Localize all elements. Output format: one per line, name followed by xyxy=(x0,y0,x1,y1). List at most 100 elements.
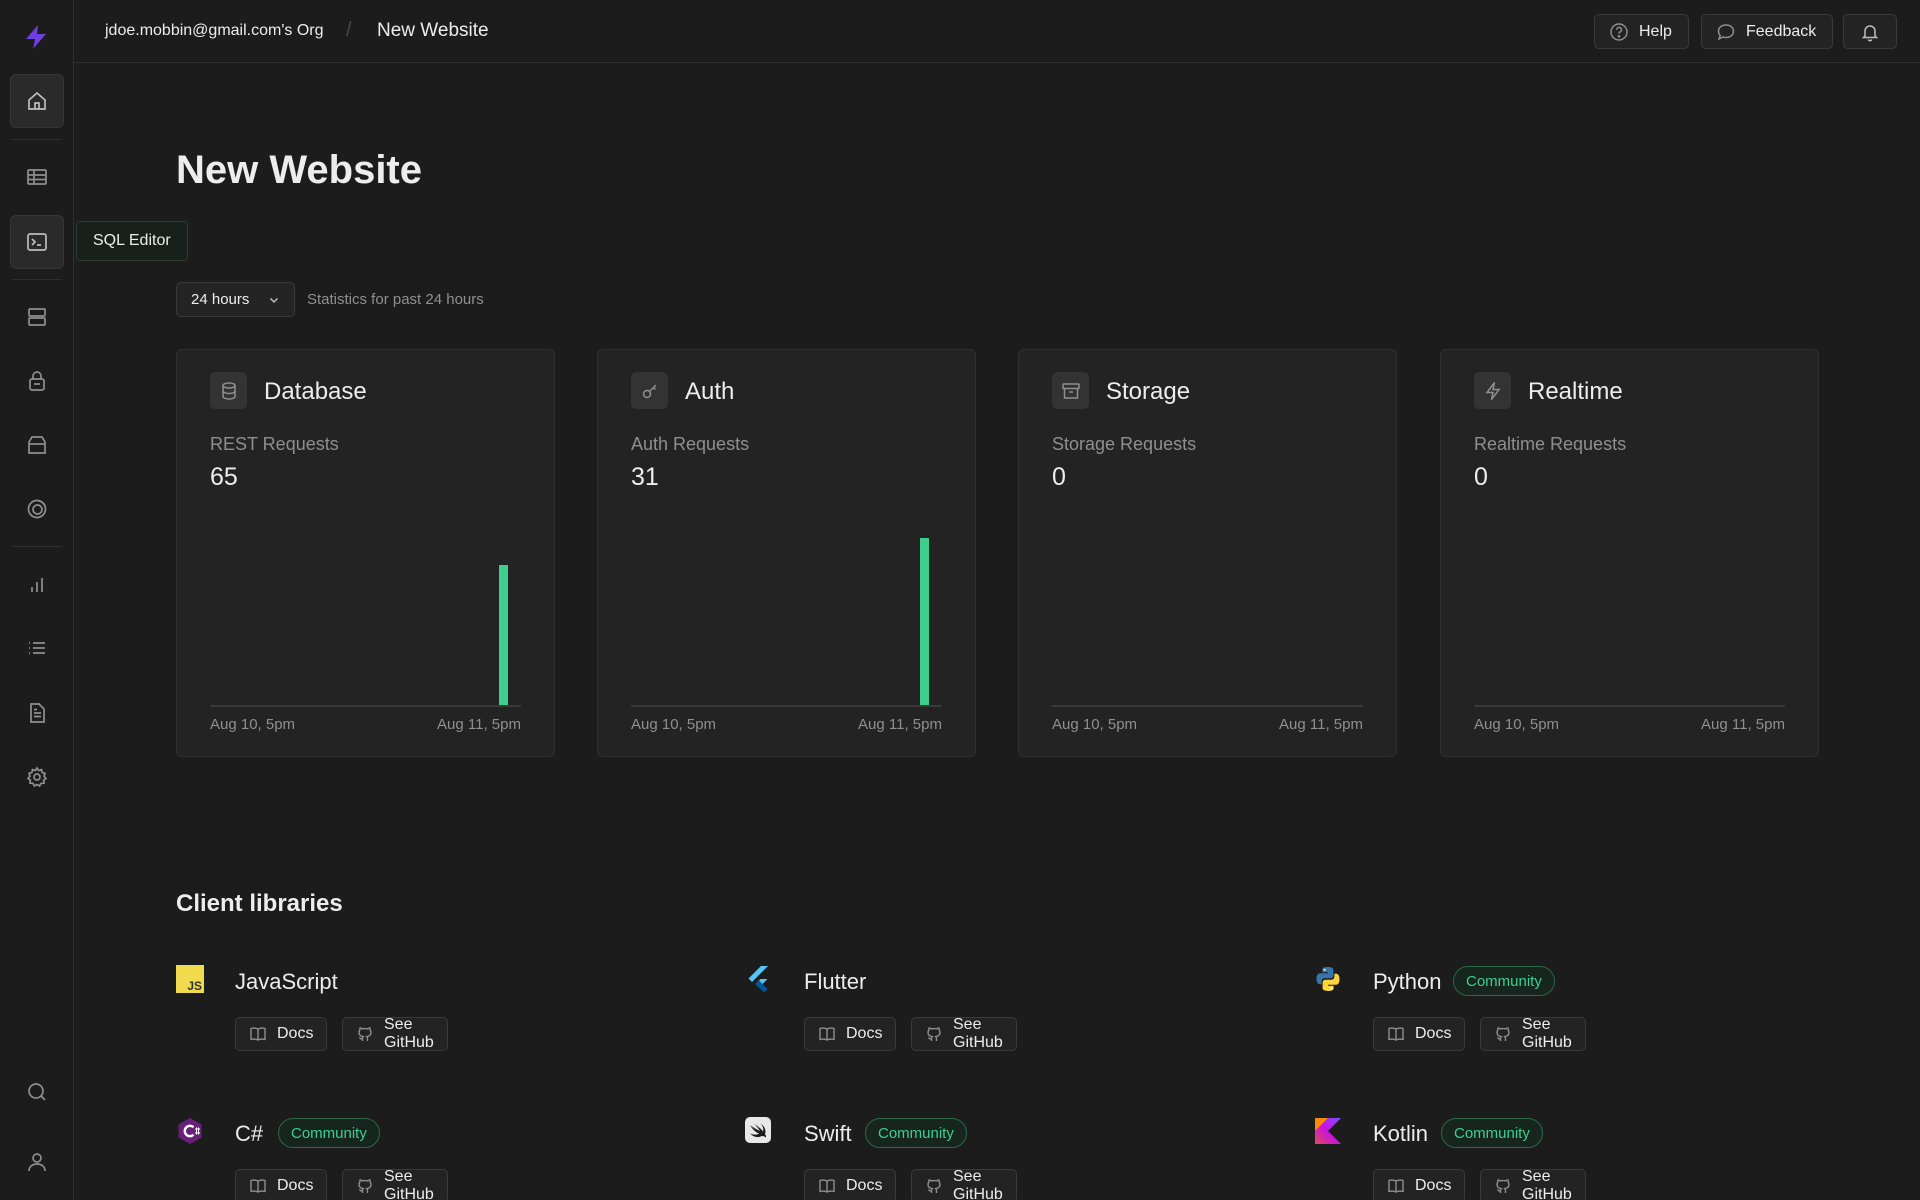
github-icon xyxy=(356,1177,374,1195)
feedback-button[interactable]: Feedback xyxy=(1701,14,1833,49)
chart-x-end-label: Aug 11, 5pm xyxy=(1279,716,1363,733)
github-button[interactable]: See GitHub xyxy=(342,1017,448,1051)
sidebar-item-search[interactable] xyxy=(10,1065,64,1119)
search-icon xyxy=(25,1080,49,1104)
library-name: Python xyxy=(1373,969,1442,995)
notifications-button[interactable] xyxy=(1843,14,1897,49)
library-name: JavaScript xyxy=(235,969,338,995)
help-circle-icon xyxy=(1609,22,1629,42)
community-badge: Community xyxy=(1441,1118,1543,1148)
key-icon xyxy=(631,372,668,409)
breadcrumb-org[interactable]: jdoe.mobbin@gmail.com's Org xyxy=(105,22,324,40)
realtime-usage-card[interactable]: Realtime Realtime Requests 0 Aug 10, 5pm… xyxy=(1440,349,1819,757)
card-metric-label: Auth Requests xyxy=(631,434,749,455)
github-icon xyxy=(925,1025,943,1043)
breadcrumb-separator: / xyxy=(346,19,352,42)
sidebar-item-settings[interactable] xyxy=(10,750,64,804)
chevron-down-icon xyxy=(268,294,280,306)
chart-axis xyxy=(631,705,942,707)
docs-button[interactable]: Docs xyxy=(1373,1017,1465,1051)
javascript-icon: JS xyxy=(176,965,206,995)
sidebar-item-table-editor[interactable] xyxy=(10,150,64,204)
sidebar xyxy=(0,0,74,1200)
community-badge: Community xyxy=(1453,966,1555,996)
database-icon xyxy=(210,372,247,409)
github-button[interactable]: See GitHub xyxy=(1480,1169,1586,1200)
sql-editor-tooltip: SQL Editor xyxy=(76,221,188,261)
storage-usage-card[interactable]: Storage Storage Requests 0 Aug 10, 5pm A… xyxy=(1018,349,1397,757)
archive-icon xyxy=(1052,372,1089,409)
swift-icon xyxy=(745,1117,775,1147)
chart-x-start-label: Aug 10, 5pm xyxy=(1052,716,1137,733)
chart-x-start-label: Aug 10, 5pm xyxy=(1474,716,1559,733)
book-icon xyxy=(818,1177,836,1195)
sidebar-item-logs[interactable] xyxy=(10,622,64,676)
csharp-icon xyxy=(176,1117,206,1147)
card-title: Realtime xyxy=(1528,378,1623,406)
zap-icon xyxy=(1474,372,1511,409)
card-metric-label: REST Requests xyxy=(210,434,339,455)
flutter-icon xyxy=(745,965,775,995)
sidebar-item-storage[interactable] xyxy=(10,418,64,472)
book-icon xyxy=(249,1025,267,1043)
sidebar-item-api-docs[interactable] xyxy=(10,686,64,740)
chart-x-end-label: Aug 11, 5pm xyxy=(437,716,521,733)
auth-usage-card[interactable]: Auth Auth Requests 31 Aug 10, 5pm Aug 11… xyxy=(597,349,976,757)
chart-axis xyxy=(210,705,521,707)
bell-icon xyxy=(1860,22,1880,42)
community-badge: Community xyxy=(865,1118,967,1148)
card-metric-value: 65 xyxy=(210,463,238,492)
github-button[interactable]: See GitHub xyxy=(911,1017,1017,1051)
sidebar-item-database[interactable] xyxy=(10,290,64,344)
database-usage-card[interactable]: Database REST Requests 65 Aug 10, 5pm Au… xyxy=(176,349,555,757)
chart-bar[interactable] xyxy=(920,538,929,705)
docs-button[interactable]: Docs xyxy=(235,1169,327,1200)
sidebar-item-sql-editor[interactable] xyxy=(10,215,64,269)
docs-button[interactable]: Docs xyxy=(804,1169,896,1200)
sidebar-item-account[interactable] xyxy=(10,1135,64,1189)
library-name: Swift xyxy=(804,1121,852,1147)
github-label: See GitHub xyxy=(953,1016,1003,1052)
chart-axis xyxy=(1474,705,1785,707)
document-icon xyxy=(25,701,49,725)
card-metric-value: 0 xyxy=(1052,463,1066,492)
help-label: Help xyxy=(1639,23,1672,41)
docs-label: Docs xyxy=(846,1025,882,1043)
docs-button[interactable]: Docs xyxy=(235,1017,327,1051)
library-name: Kotlin xyxy=(1373,1121,1428,1147)
github-icon xyxy=(356,1025,374,1043)
github-label: See GitHub xyxy=(1522,1016,1572,1052)
github-icon xyxy=(925,1177,943,1195)
github-button[interactable]: See GitHub xyxy=(911,1169,1017,1200)
sidebar-item-authentication[interactable] xyxy=(10,354,64,408)
breadcrumb-project[interactable]: New Website xyxy=(377,20,489,42)
gear-icon xyxy=(25,765,49,789)
table-icon xyxy=(25,165,49,189)
card-title: Auth xyxy=(685,378,734,406)
docs-button[interactable]: Docs xyxy=(1373,1169,1465,1200)
github-button[interactable]: See GitHub xyxy=(342,1169,448,1200)
supabase-logo-icon[interactable] xyxy=(22,23,50,51)
help-button[interactable]: Help xyxy=(1594,14,1689,49)
book-icon xyxy=(818,1025,836,1043)
list-icon xyxy=(25,637,49,661)
top-bar: jdoe.mobbin@gmail.com's Org / New Websit… xyxy=(74,0,1920,63)
github-label: See GitHub xyxy=(384,1168,434,1200)
archive-icon xyxy=(25,433,49,457)
docs-label: Docs xyxy=(1415,1177,1451,1195)
chart-x-end-label: Aug 11, 5pm xyxy=(858,716,942,733)
time-range-select[interactable]: 24 hours xyxy=(176,282,295,317)
docs-button[interactable]: Docs xyxy=(804,1017,896,1051)
github-button[interactable]: See GitHub xyxy=(1480,1017,1586,1051)
docs-label: Docs xyxy=(277,1025,313,1043)
svg-text:JS: JS xyxy=(187,979,202,993)
book-icon xyxy=(1387,1025,1405,1043)
page-title: New Website xyxy=(176,148,422,193)
sidebar-item-home[interactable] xyxy=(10,74,64,128)
sidebar-item-edge-functions[interactable] xyxy=(10,482,64,536)
sidebar-item-reports[interactable] xyxy=(10,558,64,612)
card-metric-label: Storage Requests xyxy=(1052,434,1196,455)
chart-bar[interactable] xyxy=(499,565,508,705)
time-range-description: Statistics for past 24 hours xyxy=(307,291,484,308)
client-libraries-heading: Client libraries xyxy=(176,890,343,918)
